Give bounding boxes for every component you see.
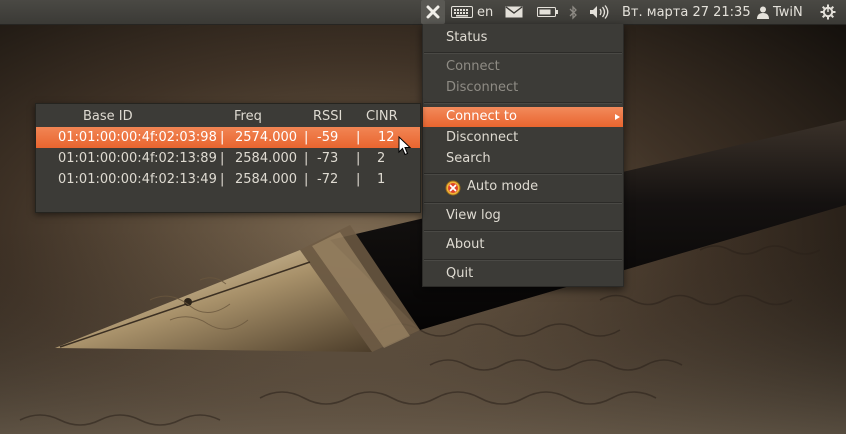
cell-separator: |	[356, 172, 361, 187]
indicator-menu: Status Connect Disconnect Connect to Dis…	[422, 24, 624, 287]
cell-rssi: -72	[317, 172, 339, 187]
cell-separator: |	[304, 130, 309, 145]
keyboard-icon	[451, 6, 473, 18]
cell-separator: |	[220, 172, 225, 187]
column-header-base-id[interactable]: Base ID	[83, 109, 133, 124]
clock[interactable]: Вт. марта 27 21:35	[622, 0, 751, 24]
user-name: TwiN	[773, 4, 803, 20]
menu-item-quit[interactable]: Quit	[423, 264, 623, 284]
cell-base-id: 01:01:00:00:4f:02:13:89	[58, 151, 217, 166]
app-indicator-x-icon[interactable]	[421, 0, 445, 24]
menu-item-search[interactable]: Search	[423, 149, 623, 169]
menu-item-about[interactable]: About	[423, 235, 623, 255]
column-header-rssi[interactable]: RSSI	[313, 109, 342, 124]
cell-rssi: -73	[317, 151, 339, 166]
cell-freq: 2584.000	[235, 151, 298, 166]
cell-separator: |	[304, 151, 309, 166]
menu-item-connect-to-label: Connect to	[446, 109, 517, 124]
submenu-arrow-icon	[615, 114, 620, 120]
cell-separator: |	[356, 151, 361, 166]
cell-freq: 2584.000	[235, 172, 298, 187]
menu-separator	[424, 173, 622, 175]
base-station-row[interactable]: 01:01:00:00:4f:02:13:89 | 2584.000 | -73…	[36, 148, 420, 169]
menu-item-disconnect[interactable]: Disconnect	[423, 128, 623, 148]
mouse-pointer-icon	[398, 136, 412, 156]
session-gear-icon[interactable]	[820, 0, 836, 24]
menu-separator	[424, 102, 622, 104]
cell-separator: |	[220, 151, 225, 166]
cell-base-id: 01:01:00:00:4f:02:13:49	[58, 172, 217, 187]
cell-cinr: 12	[378, 130, 395, 145]
bluetooth-icon[interactable]	[568, 0, 578, 24]
battery-icon[interactable]	[537, 0, 559, 24]
base-station-row[interactable]: 01:01:00:00:4f:02:13:49 | 2584.000 | -72…	[36, 169, 420, 190]
menu-separator	[424, 230, 622, 232]
menu-item-status[interactable]: Status	[423, 28, 623, 48]
menu-separator	[424, 52, 622, 54]
cell-base-id: 01:01:00:00:4f:02:03:98	[58, 130, 217, 145]
menu-separator	[424, 202, 622, 204]
user-indicator[interactable]: TwiN	[757, 0, 803, 24]
menu-item-auto-mode-label: Auto mode	[467, 179, 539, 194]
top-panel: en Вт. марта 27 21:35 TwiN	[0, 0, 846, 25]
menu-item-view-log[interactable]: View log	[423, 206, 623, 226]
menu-separator	[424, 259, 622, 261]
auto-mode-off-icon	[445, 180, 461, 196]
column-header-freq[interactable]: Freq	[234, 109, 262, 124]
menu-item-connect: Connect	[446, 59, 500, 74]
base-station-list: Base ID Freq RSSI CINR 01:01:00:00:4f:02…	[35, 103, 421, 213]
mail-icon[interactable]	[505, 0, 523, 24]
cell-freq: 2574.000	[235, 130, 298, 145]
cell-separator: |	[356, 130, 361, 145]
volume-icon[interactable]	[589, 0, 609, 24]
menu-item-connect-to[interactable]: Connect to	[423, 107, 623, 127]
cell-rssi: -59	[317, 130, 339, 145]
cell-cinr: 1	[377, 172, 386, 187]
base-station-row[interactable]: 01:01:00:00:4f:02:03:98 | 2574.000 | -59…	[36, 127, 420, 148]
keyboard-layout-label: en	[477, 4, 494, 20]
user-icon	[757, 6, 769, 19]
menu-item-auto-mode[interactable]: Auto mode	[423, 177, 623, 199]
cell-separator: |	[220, 130, 225, 145]
keyboard-indicator[interactable]: en	[451, 0, 493, 24]
cell-separator: |	[304, 172, 309, 187]
column-header-cinr[interactable]: CINR	[366, 109, 398, 124]
menu-item-disconnect-disabled: Disconnect	[446, 80, 519, 95]
cell-cinr: 2	[377, 151, 386, 166]
